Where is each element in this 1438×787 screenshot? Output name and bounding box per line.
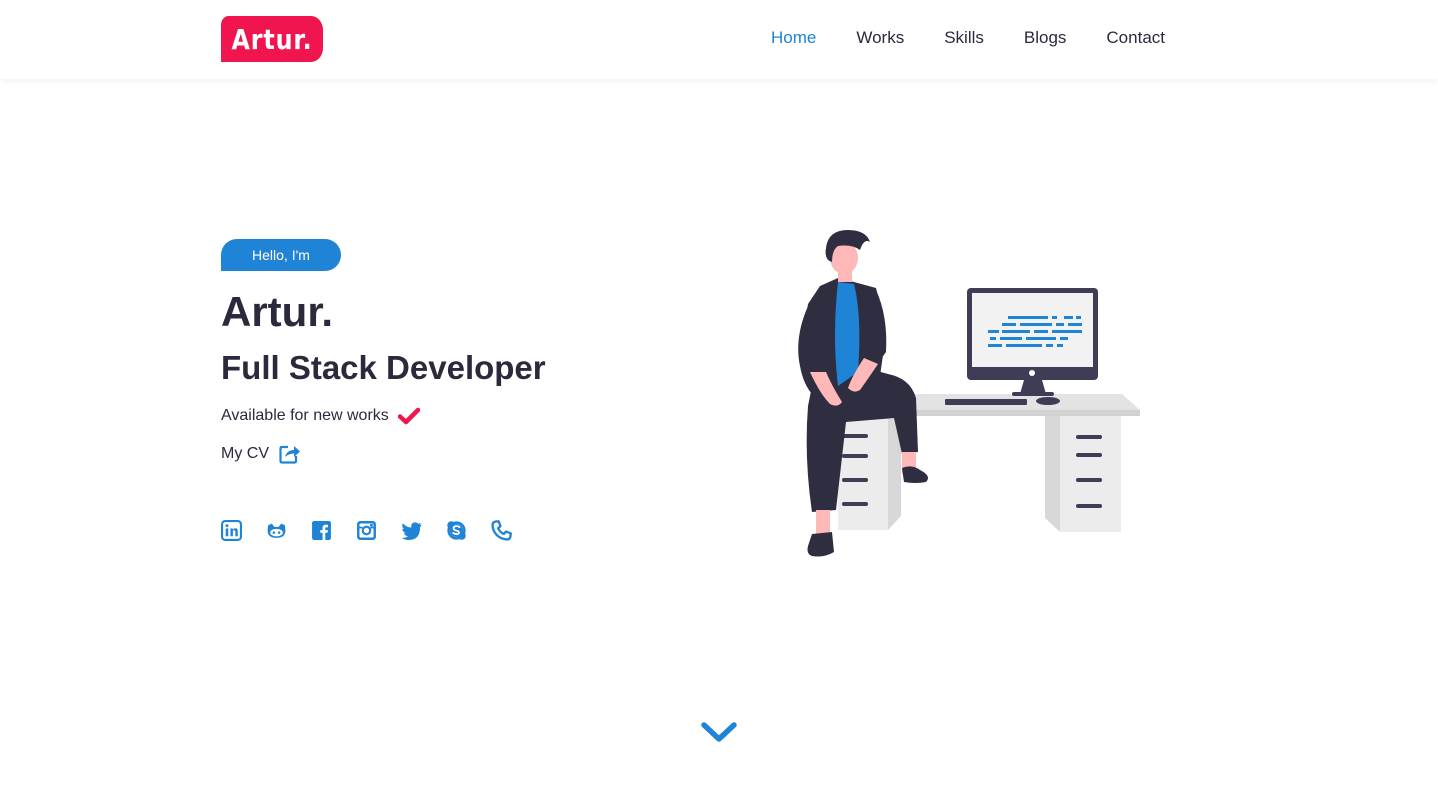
chevron-down-icon[interactable] [700,720,738,746]
hero-name: Artur. [221,288,334,335]
nav-link-contact[interactable]: Contact [1106,27,1165,49]
nav-link-blogs[interactable]: Blogs [1024,27,1067,49]
cv-label[interactable]: My CV [221,445,269,463]
facebook-icon[interactable] [311,520,332,541]
logo[interactable]: Artur. [221,16,323,62]
twitter-icon[interactable] [401,520,422,541]
nav-link-skills[interactable]: Skills [944,27,984,49]
checkmark-icon [397,407,420,425]
nav-link-works[interactable]: Works [856,27,904,49]
phone-icon[interactable] [491,520,512,541]
skype-icon[interactable] [446,520,467,541]
linkedin-icon[interactable] [221,520,242,541]
social-links [221,520,641,541]
nav-link-home[interactable]: Home [771,27,816,49]
greeting-badge: Hello, I'm [221,239,341,271]
main-nav: Home Works Skills Blogs Contact [771,27,1165,49]
hero-intro: Hello, I'm Artur. Full Stack Developer A… [221,239,641,541]
developer-desk-illustration [798,230,1140,557]
external-link-icon[interactable] [279,444,301,464]
availability-text: Available for new works [221,407,389,424]
site-header: Artur. Home Works Skills Blogs Contact [0,0,1438,79]
instagram-icon[interactable] [356,520,377,541]
github-icon[interactable] [266,520,287,541]
hero-role: Full Stack Developer [221,349,546,386]
availability-status: Available for new works [221,405,641,427]
cv-link[interactable]: My CV [221,442,641,466]
